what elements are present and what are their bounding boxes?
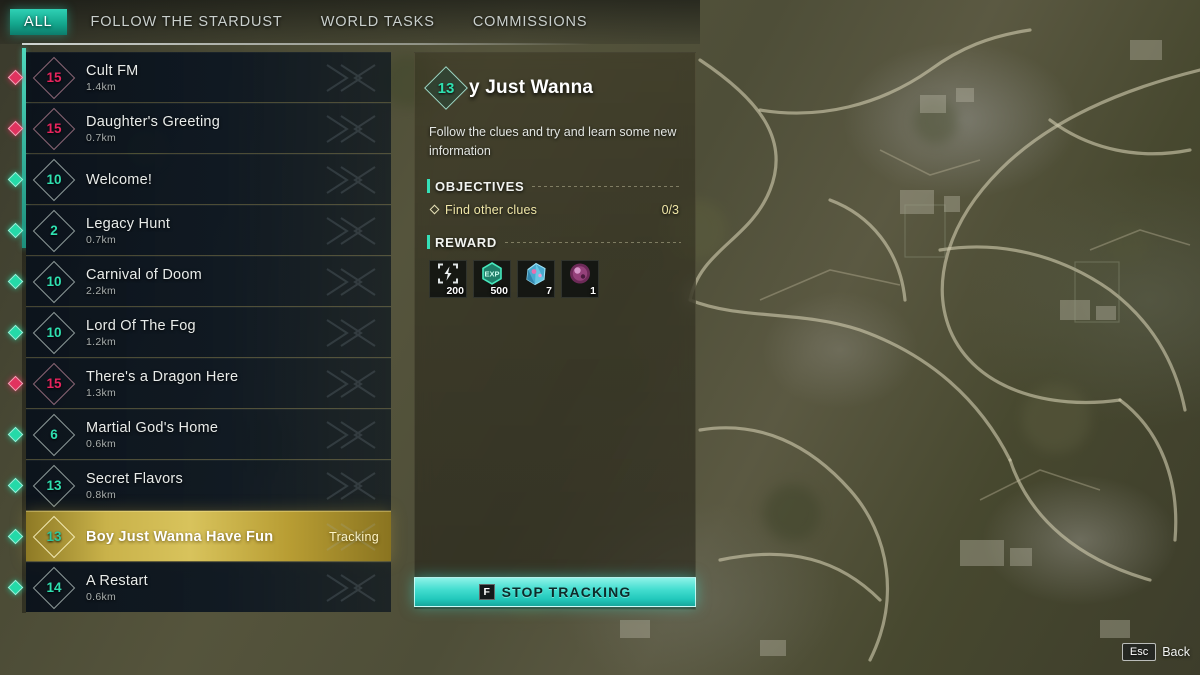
quest-level-badge: 13 <box>32 515 76 559</box>
quest-row-decoration <box>321 365 381 403</box>
svg-text:EXP: EXP <box>484 270 499 279</box>
reward-section-header: REWARD <box>427 235 681 250</box>
quest-level: 13 <box>46 529 62 544</box>
quest-level-badge: 6 <box>32 413 76 457</box>
quest-level: 10 <box>46 325 62 340</box>
section-accent-bar <box>427 235 430 249</box>
quest-row-decoration <box>321 467 381 505</box>
back-hint[interactable]: Esc Back <box>1121 643 1190 661</box>
reward-item-list: 200 EXP 500 7 1 <box>429 259 695 298</box>
section-dotted-rule <box>532 185 681 187</box>
quest-row-decoration <box>321 59 381 97</box>
reward-item[interactable]: 7 <box>517 259 555 298</box>
reward-quantity: 200 <box>446 284 464 297</box>
reward-item[interactable]: EXP 500 <box>473 259 511 298</box>
objective-progress: 0/3 <box>661 202 679 217</box>
quest-level: 6 <box>50 427 58 442</box>
quest-list-item[interactable]: 10 Welcome! <box>26 154 391 204</box>
quest-level: 15 <box>46 121 62 136</box>
quest-level: 14 <box>46 580 62 595</box>
stop-tracking-button[interactable]: F STOP TRACKING <box>414 577 696 607</box>
quest-row-decoration <box>321 263 381 301</box>
quest-level: 10 <box>46 274 62 289</box>
quest-level-badge: 13 <box>32 464 76 508</box>
quest-row-decoration <box>321 314 381 352</box>
quest-list-item[interactable]: 6 Martial God's Home 0.6km <box>26 409 391 459</box>
quest-detail-level: 13 <box>437 79 455 97</box>
quest-level: 2 <box>50 223 58 238</box>
quest-level: 10 <box>46 172 62 187</box>
quest-level: 13 <box>46 478 62 493</box>
quest-level-badge: 14 <box>32 566 76 610</box>
quest-list-item[interactable]: 2 Legacy Hunt 0.7km <box>26 205 391 255</box>
quest-list-item[interactable]: 13 Secret Flavors 0.8km <box>26 460 391 510</box>
back-hint-label: Back <box>1162 645 1190 659</box>
quest-list-item[interactable]: 15 Daughter's Greeting 0.7km <box>26 103 391 153</box>
quest-row-decoration <box>321 569 381 607</box>
tabbar-divider <box>22 43 592 45</box>
quest-row-decoration <box>321 212 381 250</box>
quest-row-decoration <box>321 110 381 148</box>
reward-quantity: 1 <box>590 284 596 297</box>
tab-all[interactable]: ALL <box>10 9 67 35</box>
reward-quantity: 500 <box>490 284 508 297</box>
quest-list-item[interactable]: 13 Boy Just Wanna Have Fun Tracking <box>26 511 391 561</box>
quest-level: 15 <box>46 376 62 391</box>
quest-level-badge: 10 <box>32 260 76 304</box>
quest-level-badge: 15 <box>32 56 76 100</box>
quest-level-badge: 2 <box>32 209 76 253</box>
quest-level-badge: 15 <box>32 362 76 406</box>
objective-bullet-icon <box>429 204 440 215</box>
quest-list: 15 Cult FM 1.4km 15 Daughter's Greeting 0.7km… <box>26 52 391 612</box>
quest-detail-title: y Just Wanna <box>469 77 594 98</box>
quest-list-item[interactable]: 10 Lord Of The Fog 1.2km <box>26 307 391 357</box>
objectives-list: Find other clues 0/3 <box>415 203 695 217</box>
section-dotted-rule <box>504 241 681 243</box>
quest-detail-description: Follow the clues and try and learn some … <box>429 125 677 158</box>
objective-row: Find other clues 0/3 <box>429 202 679 217</box>
objectives-section-header: OBJECTIVES <box>427 179 681 194</box>
quest-row-decoration <box>321 161 381 199</box>
quest-level: 15 <box>46 70 62 85</box>
quest-list-item[interactable]: 15 There's a Dragon Here 1.3km <box>26 358 391 408</box>
reward-label: REWARD <box>435 234 497 250</box>
quest-level-badge: 10 <box>32 158 76 202</box>
quest-detail-panel: 13 y Just Wanna Follow the clues and try… <box>414 52 696 610</box>
quest-list-item[interactable]: 10 Carnival of Doom 2.2km <box>26 256 391 306</box>
reward-quantity: 7 <box>546 284 552 297</box>
quest-detail-level-badge: 13 <box>424 66 468 110</box>
keybind-esc-badge: Esc <box>1121 643 1157 661</box>
objectives-label: OBJECTIVES <box>435 178 525 194</box>
quest-level-badge: 10 <box>32 311 76 355</box>
reward-item[interactable]: 1 <box>561 259 599 298</box>
section-accent-bar <box>427 179 430 193</box>
quest-category-tabbar: ALL FOLLOW THE STARDUST WORLD TASKS COMM… <box>0 0 700 44</box>
tab-follow-the-stardust[interactable]: FOLLOW THE STARDUST <box>77 9 297 35</box>
quest-row-decoration <box>321 416 381 454</box>
reward-item[interactable]: 200 <box>429 259 467 298</box>
quest-level-badge: 15 <box>32 107 76 151</box>
stop-tracking-label: STOP TRACKING <box>501 584 632 600</box>
objective-label: Find other clues <box>445 202 538 217</box>
quest-list-item[interactable]: 15 Cult FM 1.4km <box>26 52 391 102</box>
keybind-f-badge: F <box>478 584 495 600</box>
quest-list-item[interactable]: 14 A Restart 0.6km <box>26 562 391 612</box>
quest-row-decoration <box>321 518 381 556</box>
tab-world-tasks[interactable]: WORLD TASKS <box>307 9 449 35</box>
tab-commissions[interactable]: COMMISSIONS <box>459 9 602 35</box>
quest-detail-header: 13 y Just Wanna <box>415 53 695 110</box>
